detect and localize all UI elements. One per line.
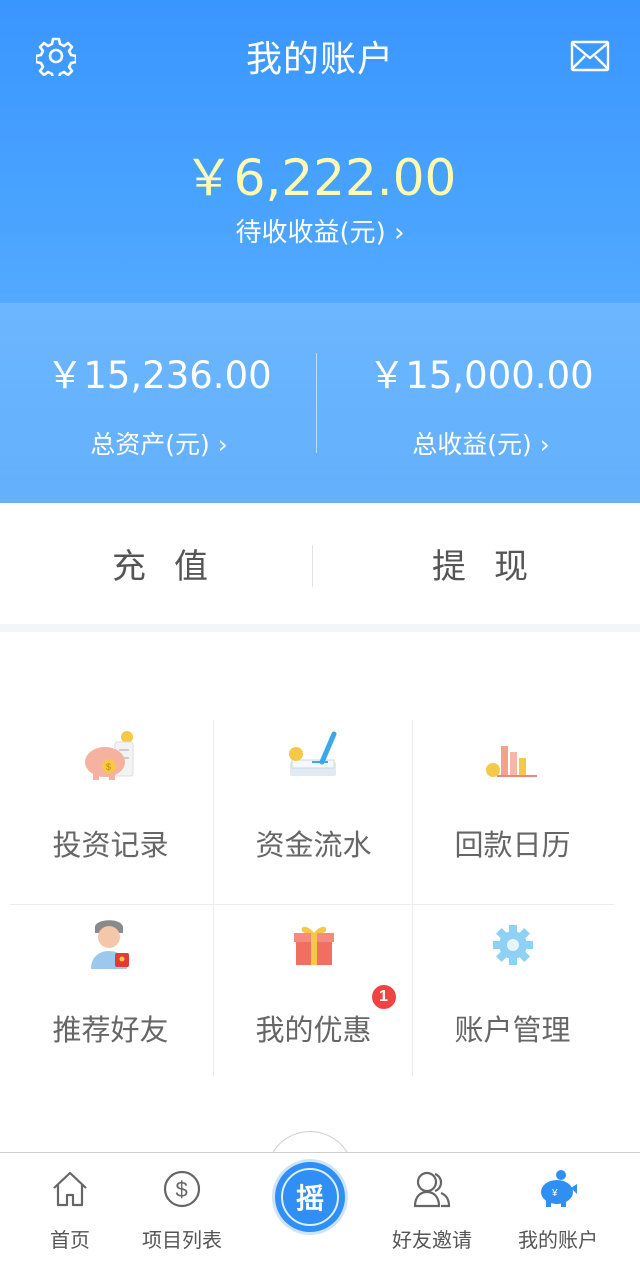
grid-item-label-text: 我的优惠 (255, 1013, 372, 1047)
piggy-bank-icon: $ (84, 731, 133, 780)
tab-label: 首页 (50, 1228, 90, 1252)
notification-badge: 1 (371, 985, 396, 1009)
feature-grid: $ 投资记录 资金流水 回款日历 推荐好友 我的优惠 1 账户管理 (10, 720, 614, 1076)
total-income-amount: ￥15,000.00 (368, 354, 594, 397)
tab-my-account[interactable]: ¥ 我的账户 (494, 1168, 622, 1268)
grid-item-repayment-calendar[interactable]: 回款日历 (412, 720, 613, 898)
tab-label: 我的账户 (518, 1228, 598, 1252)
feature-grid-panel: $ 投资记录 资金流水 回款日历 推荐好友 我的优惠 1 账户管理 (0, 632, 640, 1152)
friends-icon (413, 1171, 451, 1208)
piggy-bank-icon: ¥ (541, 1170, 577, 1207)
tab-label: 好友邀请 (392, 1228, 472, 1252)
tab-project-list[interactable]: $ 项目列表 (118, 1168, 246, 1268)
grid-item-investment-records[interactable]: $ 投资记录 (10, 720, 211, 898)
grid-item-label: 投资记录 (52, 828, 169, 862)
shake-label: 摇 (295, 1182, 324, 1215)
pending-income-amount: ￥6,222.00 (183, 149, 457, 207)
grid-item-label: 推荐好友 (52, 1013, 169, 1047)
gear-icon (492, 925, 533, 965)
action-bar: 充值 提现 (0, 503, 640, 624)
total-assets[interactable]: ￥15,236.00 总资产(元) › (0, 345, 318, 461)
home-icon (53, 1171, 87, 1207)
user-redpacket-icon (90, 920, 129, 969)
page-title: 我的账户 (245, 39, 394, 80)
grid-item-refer-friends[interactable]: 推荐好友 (10, 905, 211, 1083)
tab-invite-friends[interactable]: 好友邀请 (368, 1168, 496, 1268)
withdraw-button[interactable]: 提现 (320, 503, 640, 624)
bar-chart-icon (485, 746, 537, 777)
mail-icon (570, 40, 610, 72)
svg-text:$: $ (176, 1177, 188, 1202)
grid-item-label: 我的优惠 1 (255, 985, 396, 1049)
total-assets-label: 总资产(元) › (90, 430, 228, 459)
account-header: 我的账户 ￥6,222.00 待收收益(元) › ￥15,236.00 总资产(… (0, 0, 640, 503)
grid-item-label: 账户管理 (454, 1013, 571, 1047)
tab-label: 项目列表 (142, 1228, 222, 1252)
divider (316, 353, 317, 453)
grid-item-label: 回款日历 (454, 828, 571, 862)
grid-item-fund-flow[interactable]: 资金流水 (213, 720, 414, 898)
dollar-icon: $ (163, 1170, 201, 1208)
pending-income-link[interactable]: 待收收益(元) › (0, 212, 640, 249)
svg-text:¥: ¥ (551, 1188, 558, 1199)
recharge-button[interactable]: 充值 (0, 503, 320, 624)
divider (312, 545, 313, 587)
grid-item-account-management[interactable]: 账户管理 (412, 905, 613, 1083)
gift-icon (293, 926, 334, 965)
book-pen-icon (288, 731, 336, 776)
tab-home[interactable]: 首页 (6, 1168, 134, 1268)
total-assets-amount: ￥15,236.00 (46, 354, 272, 397)
grid-item-my-coupons[interactable]: 我的优惠 1 (213, 905, 414, 1083)
grid-item-label: 资金流水 (255, 828, 372, 862)
shake-button[interactable]: 摇 (275, 1162, 345, 1232)
total-income[interactable]: ￥15,000.00 总收益(元) › (322, 345, 640, 461)
svg-text:$: $ (106, 762, 111, 772)
total-income-label: 总收益(元) › (412, 430, 550, 459)
messages-button[interactable] (562, 32, 618, 80)
